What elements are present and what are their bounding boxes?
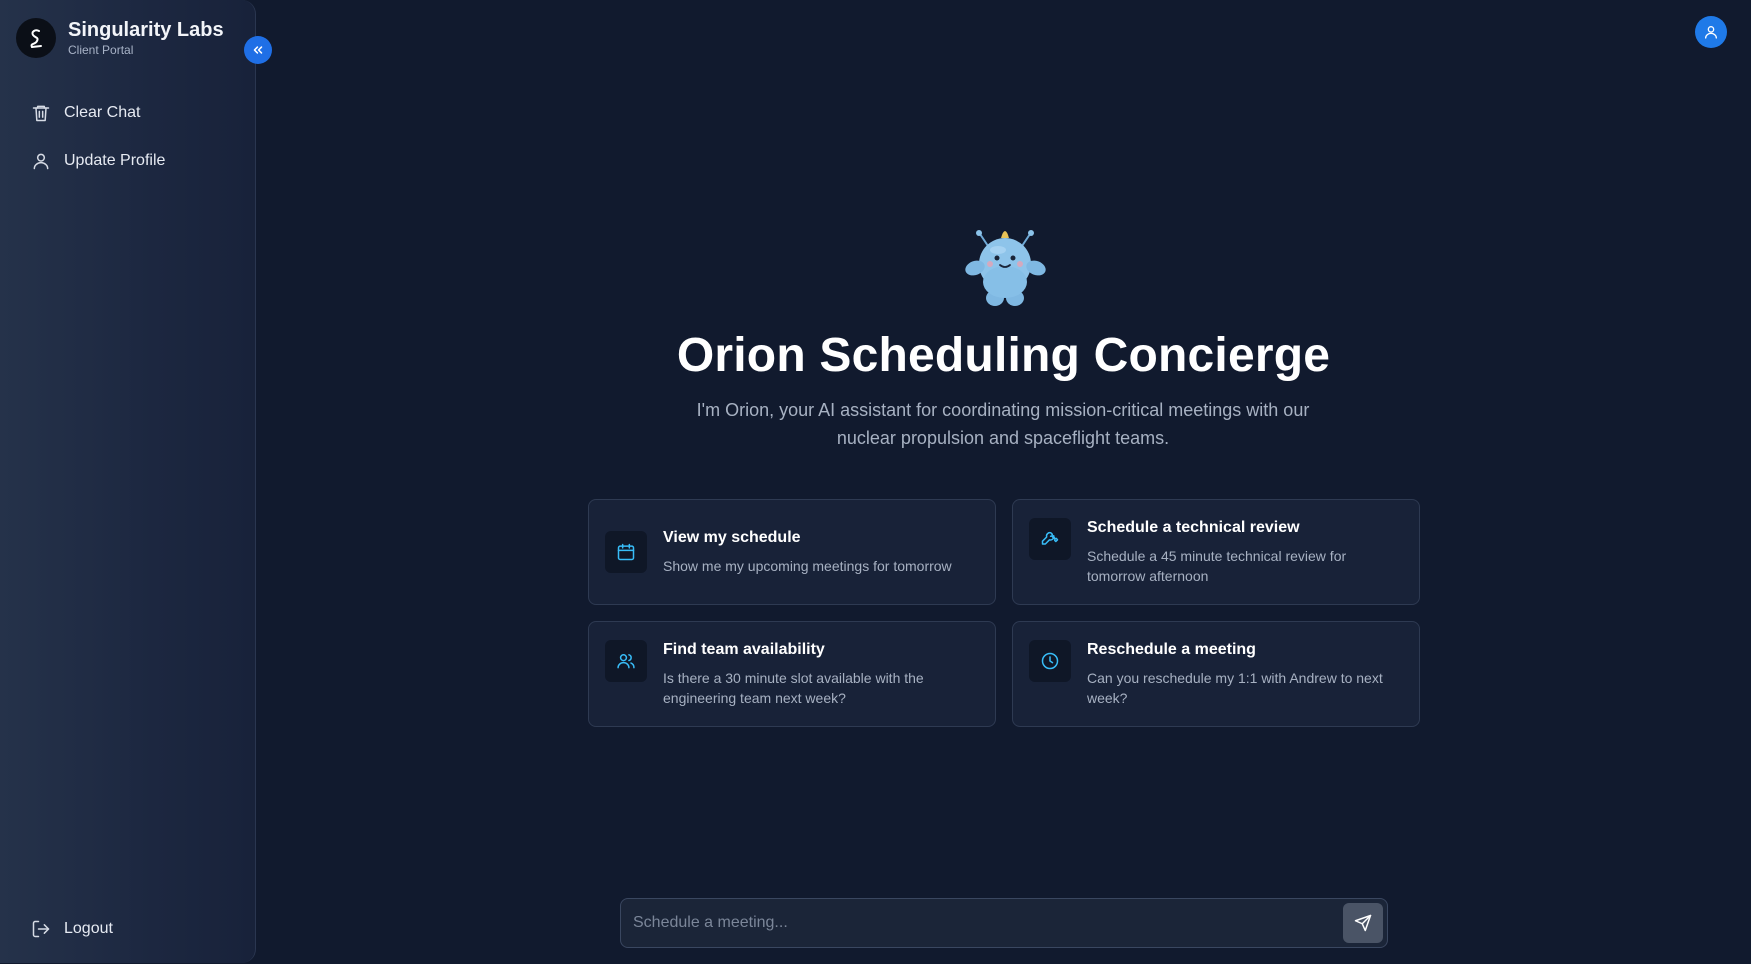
suggestion-grid: View my schedule Show me my upcoming mee… <box>588 499 1420 727</box>
brand-name: Singularity Labs <box>68 19 224 41</box>
suggestion-card-technical-review[interactable]: Schedule a technical review Schedule a 4… <box>1012 499 1420 605</box>
user-icon <box>1703 24 1719 40</box>
suggestion-description: Schedule a 45 minute technical review fo… <box>1087 548 1347 584</box>
send-icon <box>1354 914 1372 932</box>
suggestion-title: Find team availability <box>663 641 825 658</box>
sidebar-item-label: Clear Chat <box>64 104 141 121</box>
message-input[interactable] <box>633 914 1343 932</box>
suggestion-card-view-schedule[interactable]: View my schedule Show me my upcoming mee… <box>588 499 996 605</box>
sidebar-item-label: Update Profile <box>64 152 166 169</box>
page-title: Orion Scheduling Concierge <box>676 329 1331 382</box>
user-avatar-button[interactable] <box>1695 16 1727 48</box>
logout-button[interactable]: Logout <box>30 915 113 943</box>
suggestion-description: Is there a 30 minute slot available with… <box>663 670 924 706</box>
logout-label: Logout <box>64 920 113 937</box>
message-composer <box>620 898 1388 948</box>
calendar-icon <box>605 531 647 573</box>
brand-logo-icon <box>16 18 56 58</box>
sidebar-item-clear-chat[interactable]: Clear Chat <box>30 99 140 127</box>
clock-icon <box>1029 640 1071 682</box>
robot-mascot <box>960 224 1050 310</box>
app-root: Singularity Labs Client Portal Clear Cha… <box>0 0 1751 964</box>
page-subtitle: I'm Orion, your AI assistant for coordin… <box>696 400 1310 448</box>
brand-subtitle: Client Portal <box>68 43 134 57</box>
send-button[interactable] <box>1343 903 1383 943</box>
logout-icon <box>30 918 52 940</box>
suggestion-title: Schedule a technical review <box>1087 519 1300 536</box>
wrench-icon <box>1029 518 1071 560</box>
sidebar-item-update-profile[interactable]: Update Profile <box>30 147 165 175</box>
suggestion-description: Show me my upcoming meetings for tomorro… <box>663 558 952 574</box>
suggestion-card-team-availability[interactable]: Find team availability Is there a 30 min… <box>588 621 996 727</box>
suggestion-description: Can you reschedule my 1:1 with Andrew to… <box>1087 670 1383 706</box>
suggestion-title: View my schedule <box>663 529 801 546</box>
users-icon <box>605 640 647 682</box>
chevrons-left-icon <box>251 43 265 57</box>
brand: Singularity Labs Client Portal <box>16 18 224 58</box>
user-icon <box>30 150 52 172</box>
collapse-sidebar-button[interactable] <box>244 36 272 64</box>
trash-icon <box>30 102 52 124</box>
sidebar: Singularity Labs Client Portal Clear Cha… <box>0 0 256 963</box>
suggestion-card-reschedule[interactable]: Reschedule a meeting Can you reschedule … <box>1012 621 1420 727</box>
suggestion-title: Reschedule a meeting <box>1087 641 1256 658</box>
